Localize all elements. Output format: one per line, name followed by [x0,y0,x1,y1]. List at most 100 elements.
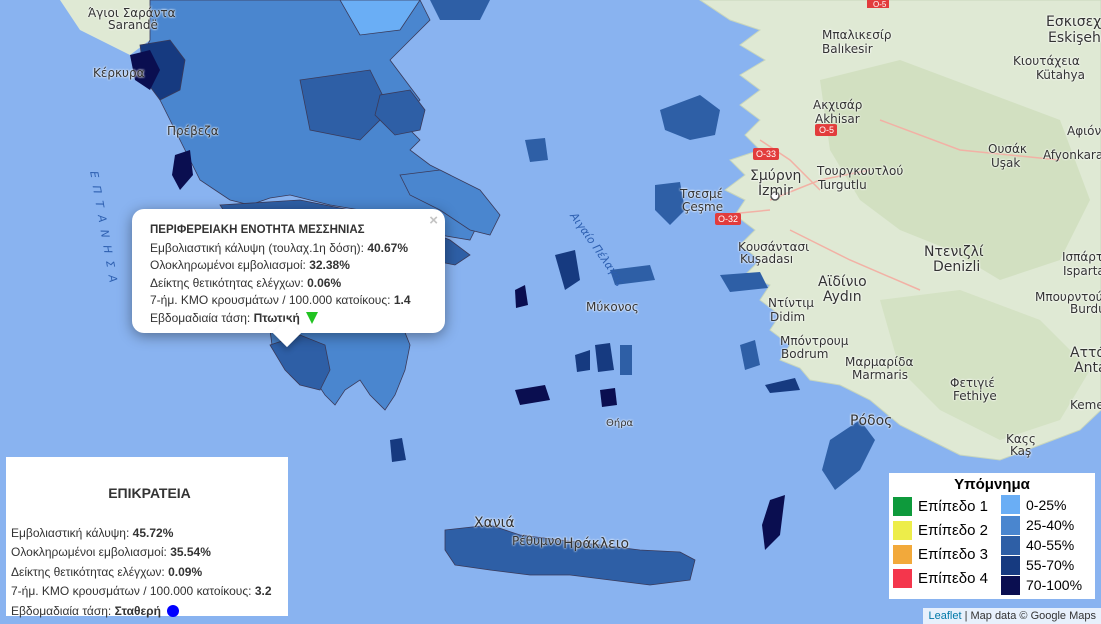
popup-value: 1.4 [393,293,411,307]
popup-row-positivity: Δείκτης θετικότητας ελέγχων: 0.06% [150,275,435,293]
label-denizli-gr: Ντενιζλί [924,244,984,260]
label-kemer: Kemer [1070,398,1101,412]
label-marmaris: Marmaris [852,368,908,382]
popup-label: Εβδομαδιαία τάση: [150,310,251,325]
popup-row-coverage: Εμβολιαστική κάλυψη (τουλαχ.1η δόση): 40… [150,240,435,258]
road-o5-top-label: O-5 [873,0,887,9]
label-kusadasi: Kuşadası [740,252,794,266]
state-value: 35.54% [170,545,211,559]
label-kerkyra: Κέρκυρα [93,66,145,80]
label-balikesir-gr: Μπαλικεσίρ [822,28,892,42]
state-value: 0.09% [168,564,203,579]
label-marmaris-gr: Μαρμαρίδα [845,355,914,369]
state-row-coverage: Εμβολιαστική κάλυψη: 45.72% [11,524,288,544]
legend-range-item: 40-55% [1001,535,1082,555]
label-isparta: Isparta [1063,264,1101,278]
santorini [600,388,617,407]
attribution-data: Map data © Google Maps [970,610,1096,622]
popup-value: 40.67% [367,240,409,255]
label-kutahya: Kütahya [1036,68,1085,82]
label-usak-gr: Ουσάκ [988,142,1027,156]
popup-close-button[interactable]: × [429,212,438,230]
legend-swatch [893,544,912,564]
state-value: 45.72% [132,525,174,540]
state-value: 3.2 [254,584,272,598]
legend-range-item: 55-70% [1001,555,1082,575]
map-legend: Υπόμνημα Επίπεδο 1 Επίπεδο 2 Επίπεδο 3 Ε… [889,473,1095,599]
legend-swatch [1001,535,1020,555]
amorgos [620,345,632,375]
region-popup: × ΠΕΡΙΦΕΡΕΙΑΚΗ ΕΝΟΤΗΤΑ ΜΕΣΣΗΝΙΑΣ Εμβολια… [132,209,445,348]
legend-range-item: 25-40% [1001,515,1082,535]
label-turgutlu: Turgutlu [818,178,867,192]
label-didim-gr: Ντίντιμ [768,296,814,310]
legend-swatch [893,496,912,516]
popup-label: Δείκτης θετικότητας ελέγχων: [150,275,304,290]
label-akhisar: Akhisar [815,112,860,126]
map-attribution: Leaflet | Map data © Google Maps [923,608,1101,624]
state-label: Δείκτης θετικότητας ελέγχων: [11,564,165,579]
road-o33-label: O-33 [756,149,776,159]
legend-range-item: 0-25% [1001,494,1082,515]
state-row-cases: 7-ήμ. ΚΜΟ κρουσμάτων / 100.000 κατοίκους… [11,582,288,602]
state-label: Εμβολιαστική κάλυψη: [11,525,130,540]
label-chania: Χανιά [474,515,515,531]
legend-level-item: Επίπεδο 4 [893,566,1001,590]
leaflet-link[interactable]: Leaflet [928,610,961,622]
label-sarande: Sarandë [108,18,158,32]
state-info-panel: ΕΠΙΚΡΑΤΕΙΑ Εμβολιαστική κάλυψη: 45.72% Ο… [6,457,288,618]
legend-level-item: Επίπεδο 3 [893,542,1001,566]
label-smyrni: Σμύρνη [750,168,802,184]
legend-label: 70-100% [1026,577,1083,593]
legend-title: Υπόμνημα [954,476,1030,493]
label-rethymno: Ρέθυμνο [512,534,562,548]
state-row-completed: Ολοκληρωμένοι εμβολιασμοί: 35.54% [11,543,288,563]
trend-down-icon [305,312,318,325]
road-o5-label: O-5 [819,125,834,135]
legend-levels: Επίπεδο 1 Επίπεδο 2 Επίπεδο 3 Επίπεδο 4 [893,494,1001,595]
state-label: Ολοκληρωμένοι εμβολιασμοί: [11,545,167,559]
label-bodrum: Bodrum [781,347,829,361]
trend-stable-icon [166,605,179,618]
label-aydin-gr: Αϊδίνιο [818,274,867,290]
legend-label: Επίπεδο 2 [918,521,988,539]
label-fethiye: Fethiye [953,389,997,403]
legend-swatch [893,568,912,588]
popup-title: ΠΕΡΙΦΕΡΕΙΑΚΗ ΕΝΟΤΗΤΑ ΜΕΣΣΗΝΙΑΣ [150,224,365,236]
popup-row-completed: Ολοκληρωμένοι εμβολιασμοί: 32.38% [150,257,435,275]
label-balikesir: Balıkesir [822,42,873,56]
legend-swatch [1001,495,1020,514]
legend-range-item: 70-100% [1001,575,1082,595]
legend-level-item: Επίπεδο 2 [893,518,1001,542]
road-o32-label: O-32 [718,214,738,224]
popup-label: 7-ήμ. ΚΜΟ κρουσμάτων / 100.000 κατοίκους… [150,293,391,307]
legend-label: 40-55% [1026,537,1075,553]
legend-label: Επίπεδο 1 [918,497,988,515]
legend-ranges: 0-25% 25-40% 40-55% 55-70% 70-100% [1001,494,1082,595]
popup-value: Πτωτική [253,310,300,325]
legend-level-item: Επίπεδο 1 [893,494,1001,518]
label-fethiye-gr: Φετιγιέ [950,376,995,390]
state-row-positivity: Δείκτης θετικότητας ελέγχων: 0.09% [11,563,288,583]
label-cesme: Çeşme [682,200,724,214]
label-izmir: İzmir [758,183,793,199]
popup-row-cases: 7-ήμ. ΚΜΟ κρουσμάτων / 100.000 κατοίκους… [150,292,435,310]
legend-label: 0-25% [1026,496,1067,513]
legend-label: Επίπεδο 4 [918,569,988,587]
state-value: Σταθερή [114,603,161,618]
label-mykonos: Μύκονος [586,300,639,314]
label-preveza: Πρέβεζα [167,124,219,138]
label-didim: Didim [770,310,806,324]
label-thira: Θήρα [606,418,634,429]
popup-label: Ολοκληρωμένοι εμβολιασμοί: [150,258,306,272]
label-akhisar-gr: Ακχισάρ [813,98,863,112]
legend-label: 55-70% [1026,557,1075,573]
label-burdur: Burdur [1070,302,1101,316]
legend-swatch [1001,515,1020,535]
legend-swatch [1001,555,1020,575]
label-cesme-gr: Τσεσμέ [680,187,724,201]
label-bodrum-gr: Μπόντρουμ [780,334,849,348]
state-label: 7-ήμ. ΚΜΟ κρουσμάτων / 100.000 κατοίκους… [11,584,252,598]
label-denizli: Denizli [933,259,981,275]
label-antalya-gr: Αττάλεια [1070,345,1101,361]
